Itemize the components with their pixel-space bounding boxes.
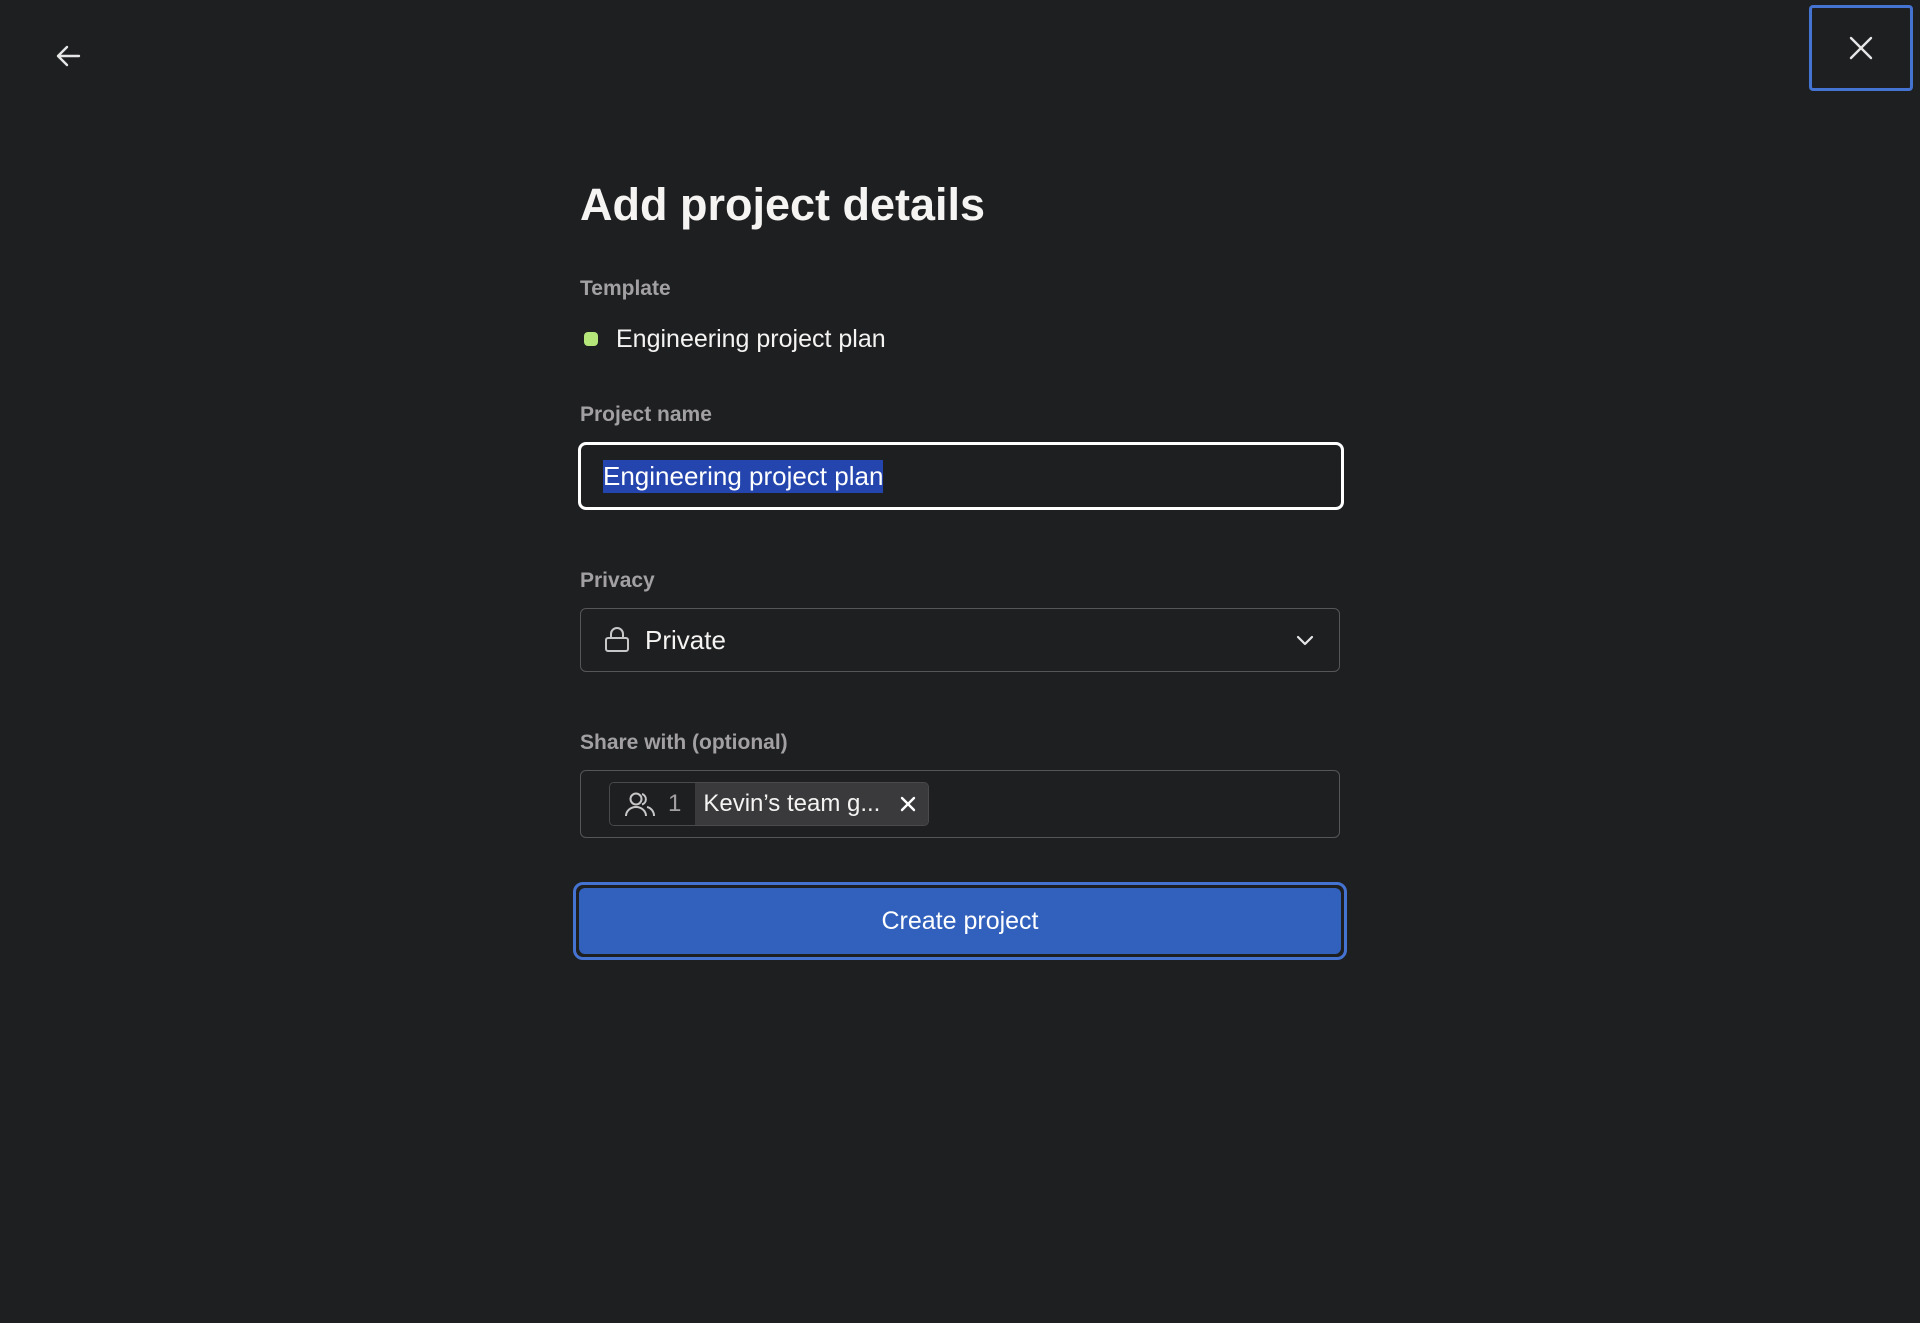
back-button[interactable] [48, 36, 88, 76]
remove-chip-button[interactable] [898, 794, 918, 814]
chevron-down-icon [1296, 635, 1314, 646]
share-with-label: Share with (optional) [580, 731, 788, 754]
privacy-value: Private [645, 624, 726, 655]
close-button[interactable] [1809, 5, 1913, 91]
project-name-input[interactable]: Engineering project plan [578, 442, 1344, 510]
team-chip[interactable]: 1 Kevin’s team g... [609, 782, 930, 826]
close-icon [901, 796, 916, 812]
arrow-left-icon [56, 45, 81, 67]
template-name: Engineering project plan [616, 324, 886, 353]
add-project-details-page: Add project details Template Engineering… [0, 0, 1920, 1323]
lock-icon [605, 627, 629, 652]
privacy-select[interactable]: Private [580, 608, 1340, 672]
team-icon [625, 792, 656, 817]
team-name: Kevin’s team g... [703, 790, 881, 817]
template-row: Engineering project plan [580, 324, 1340, 354]
project-details-form: Add project details Template Engineering… [573, 170, 1347, 960]
create-project-label: Create project [579, 888, 1341, 954]
template-label: Template [580, 277, 671, 300]
close-icon [1849, 36, 1873, 60]
team-chip-label-area: Kevin’s team g... [695, 783, 929, 825]
page-title: Add project details [580, 179, 986, 230]
team-count: 1 [668, 790, 682, 817]
template-color-dot [584, 332, 598, 346]
team-member-count: 1 [610, 783, 696, 825]
share-with-input[interactable]: 1 Kevin’s team g... [580, 770, 1340, 838]
privacy-label: Privacy [580, 569, 655, 592]
project-name-label: Project name [580, 403, 712, 426]
project-name-value: Engineering project plan [603, 459, 884, 493]
create-project-button[interactable]: Create project [573, 882, 1347, 960]
